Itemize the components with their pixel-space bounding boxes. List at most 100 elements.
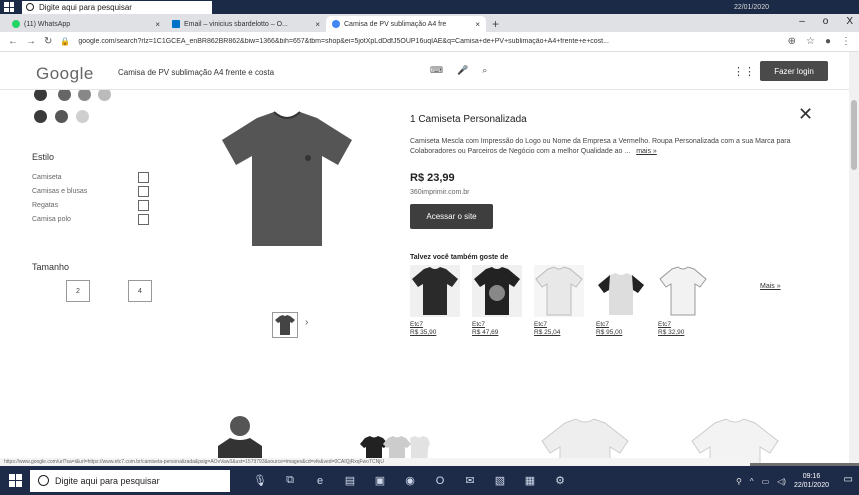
related-item-price[interactable]: R$ 35,90 xyxy=(410,329,436,337)
notifications-icon[interactable]: ▭ xyxy=(844,474,853,485)
visit-site-button[interactable]: Acessar o site xyxy=(410,204,493,229)
related-item-name[interactable]: Etc7 xyxy=(534,321,547,329)
related-item-name[interactable]: Etc7 xyxy=(596,321,609,329)
photos-icon[interactable]: ▧ xyxy=(492,473,508,489)
color-swatch[interactable] xyxy=(76,110,89,123)
description-more-link[interactable]: mais » xyxy=(636,148,657,155)
tab-email[interactable]: Email – vinicius sbardelotto – O... × xyxy=(166,16,326,32)
maximize-button[interactable]: o xyxy=(823,16,829,27)
style-option[interactable]: Camisa polo xyxy=(32,216,71,223)
product-image-tshirt[interactable] xyxy=(212,110,362,250)
firefox-icon[interactable]: ◉ xyxy=(402,473,418,489)
tab-strip: (11) WhatsApp × Email – vinicius sbardel… xyxy=(0,14,859,32)
taskbar-search-top[interactable]: Digite aqui para pesquisar xyxy=(22,0,212,14)
microphone-icon[interactable]: 🎤 xyxy=(457,65,468,76)
bookmark-star-icon[interactable]: ☆ xyxy=(806,36,815,47)
store-icon[interactable]: ▣ xyxy=(372,473,388,489)
reload-icon[interactable]: ↻ xyxy=(44,36,52,47)
mail-icon[interactable]: ✉ xyxy=(462,473,478,489)
color-swatch[interactable] xyxy=(55,110,68,123)
related-item-image[interactable] xyxy=(472,265,522,317)
related-item-name[interactable]: Etc7 xyxy=(658,321,671,329)
color-swatch[interactable] xyxy=(34,90,47,101)
result-image-white-tshirt[interactable] xyxy=(540,415,630,463)
related-item-price[interactable]: R$ 25,04 xyxy=(534,329,560,337)
minimize-button[interactable]: – xyxy=(799,16,805,27)
close-icon[interactable]: × xyxy=(475,20,480,29)
size-option[interactable]: 4 xyxy=(128,280,152,302)
related-item-price[interactable]: R$ 32,90 xyxy=(658,329,684,337)
result-image-white-tshirt-2[interactable] xyxy=(690,415,780,463)
microphone-icon[interactable]: 🎙 xyxy=(252,473,268,489)
opera-icon[interactable]: O xyxy=(432,473,448,489)
style-option[interactable]: Camisas e blusas xyxy=(32,188,87,195)
people-icon[interactable]: ⚲ xyxy=(736,477,742,486)
close-icon[interactable]: ✕ xyxy=(798,104,813,125)
address-bar[interactable]: google.com/search?rlz=1C1GCEA_enBR862BR8… xyxy=(78,38,779,45)
related-item-image[interactable] xyxy=(410,265,460,317)
color-swatch[interactable] xyxy=(78,90,91,101)
shopping-results-page: Estilo Camiseta Camisas e blusas Regatas… xyxy=(0,90,859,463)
clock[interactable]: 09:16 22/01/2020 xyxy=(794,472,829,490)
profile-icon[interactable]: ● xyxy=(825,36,831,47)
tab-label: Camisa de PV sublimação A4 fre xyxy=(344,20,447,28)
product-description-text: Camiseta Mescla com Impressão do Logo ou… xyxy=(410,138,791,155)
volume-icon[interactable]: ◁) xyxy=(777,477,786,486)
color-swatch[interactable] xyxy=(98,90,111,101)
tab-google-search[interactable]: Camisa de PV sublimação A4 fre × xyxy=(326,16,486,32)
related-item-price[interactable]: R$ 95,00 xyxy=(596,329,622,337)
style-option[interactable]: Camiseta xyxy=(32,174,62,181)
related-item-image[interactable] xyxy=(596,265,646,317)
windows-start-icon[interactable] xyxy=(0,0,18,14)
style-checkbox[interactable] xyxy=(138,214,149,225)
close-icon[interactable]: × xyxy=(315,20,320,29)
scrollbar-thumb[interactable] xyxy=(851,100,857,170)
search-query[interactable]: Camisa de PV sublimação A4 frente e cost… xyxy=(118,68,274,77)
size-option[interactable]: 2 xyxy=(66,280,90,302)
search-icon[interactable]: ⌕ xyxy=(482,65,487,76)
login-button[interactable]: Fazer login xyxy=(760,61,828,81)
edge-icon[interactable]: e xyxy=(312,473,328,489)
back-icon[interactable]: ← xyxy=(8,36,18,47)
related-item-image[interactable] xyxy=(534,265,584,317)
tab-whatsapp[interactable]: (11) WhatsApp × xyxy=(6,16,166,32)
style-checkbox[interactable] xyxy=(138,172,149,183)
style-option[interactable]: Regatas xyxy=(32,202,58,209)
file-explorer-icon[interactable]: ▤ xyxy=(342,473,358,489)
windows-start-icon[interactable] xyxy=(0,466,30,495)
cortana-icon xyxy=(38,475,49,486)
product-seller[interactable]: 360imprimir.com.br xyxy=(410,189,470,196)
color-swatch[interactable] xyxy=(34,110,47,123)
new-tab-button[interactable]: + xyxy=(492,16,499,32)
forward-icon[interactable]: → xyxy=(26,36,36,47)
style-checkbox[interactable] xyxy=(138,200,149,211)
product-description: Camiseta Mescla com Impressão do Logo ou… xyxy=(410,137,818,157)
image-thumbnail[interactable] xyxy=(272,312,298,338)
keyboard-icon[interactable]: ⌨ xyxy=(430,65,443,76)
chevron-up-icon[interactable]: ^ xyxy=(750,477,754,486)
related-item-name[interactable]: Etc7 xyxy=(410,321,423,329)
menu-icon[interactable]: ⋮ xyxy=(841,36,851,47)
taskbar-search[interactable]: Digite aqui para pesquisar xyxy=(30,469,230,492)
close-icon[interactable]: × xyxy=(155,20,160,29)
location-icon[interactable]: ⊕ xyxy=(788,36,796,47)
google-logo[interactable]: Google xyxy=(36,64,94,84)
taskbar-search-placeholder: Digite aqui para pesquisar xyxy=(55,475,160,486)
related-item-price[interactable]: R$ 47,69 xyxy=(472,329,498,337)
color-swatch[interactable] xyxy=(58,90,71,101)
style-checkbox[interactable] xyxy=(138,186,149,197)
settings-icon[interactable]: ⚙ xyxy=(552,473,568,489)
page-scrollbar[interactable] xyxy=(849,52,859,463)
network-icon[interactable]: ▭ xyxy=(762,477,770,486)
result-image-man-tshirt[interactable] xyxy=(210,412,270,463)
more-related-link[interactable]: Mais » xyxy=(760,283,781,290)
product-title[interactable]: 1 Camiseta Personalizada xyxy=(410,114,527,125)
related-item-image[interactable] xyxy=(658,265,708,317)
top-taskbar-date: 22/01/2020 xyxy=(733,3,769,11)
related-item-name[interactable]: Etc7 xyxy=(472,321,485,329)
close-window-button[interactable]: X xyxy=(846,16,853,27)
calculator-icon[interactable]: ▦ xyxy=(522,473,538,489)
task-view-icon[interactable]: ⧉ xyxy=(282,473,298,489)
next-image-arrow[interactable]: › xyxy=(305,317,308,328)
taskbar-search-placeholder: Digite aqui para pesquisar xyxy=(39,2,132,12)
